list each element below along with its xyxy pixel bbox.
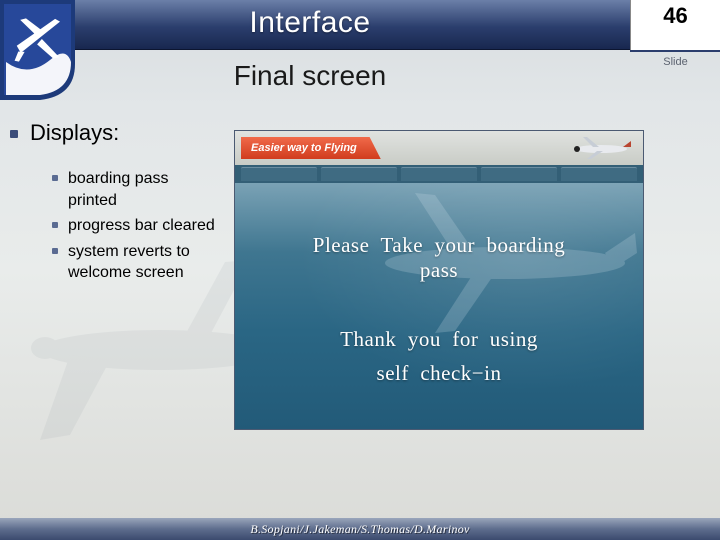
page-number-box: 46 Slide: [630, 0, 720, 50]
kiosk-tab: [241, 167, 317, 181]
list-item: system reverts to welcome screen: [52, 241, 220, 284]
bullet-icon: [52, 222, 58, 228]
kiosk-body: Please Take your boarding pass Thank you…: [235, 183, 643, 430]
kiosk-tab: [561, 167, 637, 181]
bullet-icon: [10, 130, 18, 138]
kiosk-bg-plane-icon: [235, 183, 643, 430]
body-text: Displays: boarding pass printed progress…: [10, 120, 220, 288]
kiosk-message-1: Please Take your boarding pass: [255, 233, 623, 283]
page-label: Slide: [631, 56, 720, 68]
bullet-icon: [52, 248, 58, 254]
logo-icon: [0, 0, 75, 100]
list-item: progress bar cleared: [52, 215, 220, 237]
kiosk-tab: [481, 167, 557, 181]
slide-title: Interface: [0, 6, 620, 40]
kiosk-tab: [401, 167, 477, 181]
bullet-l1-text: Displays:: [30, 120, 119, 146]
header-bar: Interface: [0, 0, 720, 50]
kiosk-banner: Easier way to Flying: [235, 131, 643, 165]
kiosk-banner-text: Easier way to Flying: [241, 137, 381, 159]
list-item-text: progress bar cleared: [68, 215, 215, 237]
list-item: boarding pass printed: [52, 168, 220, 211]
bullet-icon: [52, 175, 58, 181]
list-item-text: boarding pass printed: [68, 168, 220, 211]
airplane-icon: [571, 137, 631, 159]
kiosk-screenshot: Easier way to Flying: [234, 130, 644, 430]
kiosk-tab: [321, 167, 397, 181]
list-item-text: system reverts to welcome screen: [68, 241, 220, 284]
bullet-l1: Displays:: [10, 120, 220, 146]
slide-subtitle: Final screen: [0, 60, 620, 92]
page-number: 46: [631, 0, 720, 29]
page-number-divider: [630, 50, 720, 52]
footer-bar: B.Sopjani/J.Jakeman/S.Thomas/D.Marinov: [0, 518, 720, 540]
kiosk-tabs: [235, 165, 643, 183]
footer-authors: B.Sopjani/J.Jakeman/S.Thomas/D.Marinov: [250, 522, 469, 537]
slide: Interface 46 Slide Final screen Displays…: [0, 0, 720, 540]
kiosk-message-2: Thank you for using self check−in: [255, 323, 623, 390]
bullet-l2-list: boarding pass printed progress bar clear…: [10, 168, 220, 284]
